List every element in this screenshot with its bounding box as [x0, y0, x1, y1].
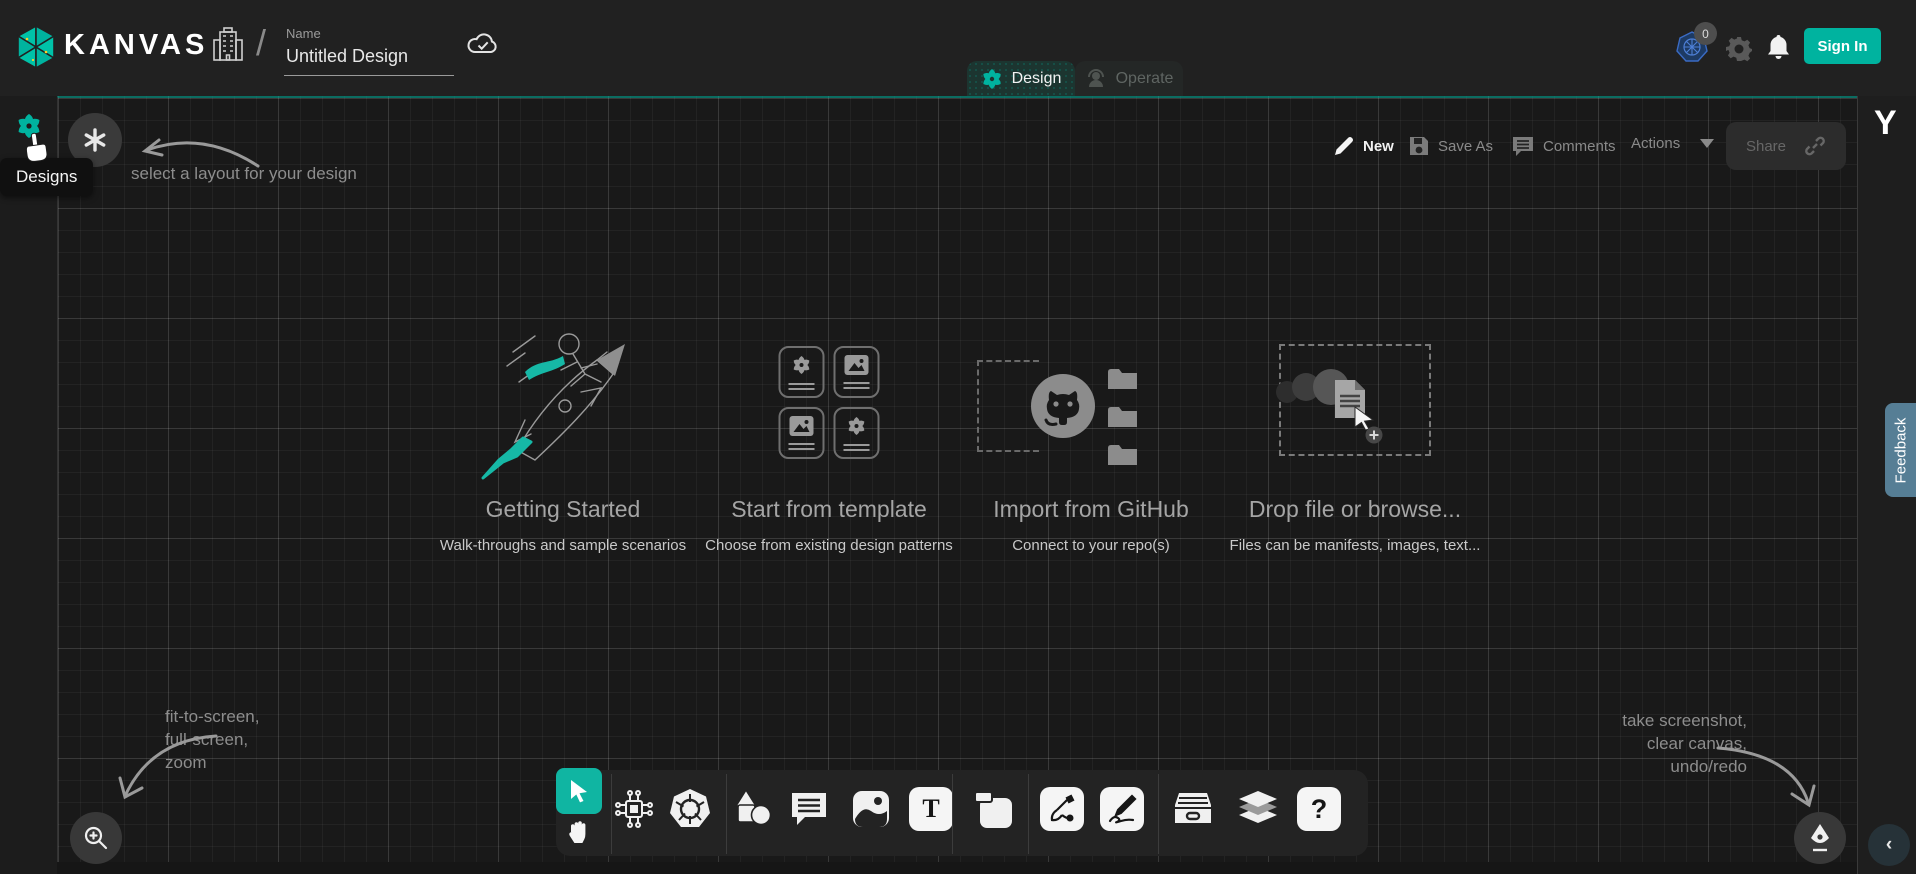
notifications-bell-icon[interactable]	[1766, 33, 1791, 61]
components-tool-button[interactable]	[612, 787, 656, 831]
comments-bubble-icon	[1511, 135, 1535, 157]
tool-divider	[726, 774, 727, 854]
new-button[interactable]: New	[1333, 135, 1394, 157]
pointer-hand-cursor	[22, 130, 52, 163]
chevron-left-icon: ‹	[1886, 834, 1892, 856]
card-caption: Files can be manifests, images, text...	[1175, 537, 1535, 554]
canvas-bottom-strip	[57, 862, 1857, 874]
pen-tool-button[interactable]	[1040, 787, 1084, 831]
layout-hint-text: select a layout for your design	[131, 162, 357, 185]
kubernetes-tool-button[interactable]	[668, 787, 712, 831]
frame-rectangles-icon	[972, 788, 1014, 830]
shapes-icon	[732, 788, 774, 830]
select-tool-button[interactable]	[556, 768, 602, 814]
kanvas-logo-icon	[13, 24, 59, 70]
save-as-button[interactable]: Save As	[1408, 135, 1493, 157]
share-label: Share	[1746, 138, 1786, 155]
left-sidebar	[0, 96, 57, 874]
notification-count-badge: 0	[1694, 22, 1717, 45]
tool-divider	[952, 774, 953, 854]
brand-wordmark: KANVAS	[64, 29, 208, 62]
save-floppy-icon	[1408, 135, 1430, 157]
collapse-right-panel-button[interactable]: ‹	[1868, 824, 1910, 866]
comment-tool-button[interactable]	[787, 787, 831, 831]
drawing-actions-button[interactable]	[1794, 812, 1846, 864]
design-name-label: Name	[286, 26, 321, 41]
operator-headset-icon	[1085, 68, 1107, 90]
github-octocat-icon	[1029, 372, 1097, 440]
actions-dropdown[interactable]: Actions	[1631, 135, 1714, 152]
feedback-tab[interactable]: Feedback	[1885, 403, 1916, 497]
tab-design-label: Design	[1012, 70, 1062, 88]
template-tile-spiral-icon	[834, 407, 880, 459]
pencil-scribble-icon	[1107, 794, 1137, 824]
organization-icon[interactable]	[212, 26, 244, 64]
feedback-label: Feedback	[1892, 417, 1909, 483]
tab-design[interactable]: Design	[967, 61, 1075, 96]
add-plus-badge	[1365, 426, 1383, 444]
template-tile-spiral-icon	[779, 346, 825, 398]
breadcrumb-separator: /	[256, 22, 266, 64]
tab-operate-label: Operate	[1116, 70, 1174, 88]
screenshot-hint-arrow	[1712, 738, 1822, 818]
image-icon	[851, 789, 891, 829]
comment-bubble-icon	[789, 790, 829, 828]
tool-divider	[1028, 774, 1029, 854]
new-label: New	[1363, 138, 1394, 155]
tab-operate[interactable]: Operate	[1075, 61, 1183, 96]
pen-nib-icon	[1808, 823, 1832, 853]
layers-icon	[1237, 789, 1279, 829]
cloud-sync-icon	[466, 30, 500, 58]
app-header: KANVAS / Name 0	[0, 0, 1916, 96]
comments-button[interactable]: Comments	[1511, 135, 1616, 157]
repo-folders-icon	[1107, 364, 1141, 474]
select-cursor-icon	[568, 779, 590, 803]
drop-file-illustration	[1175, 322, 1535, 482]
new-pencil-icon	[1333, 135, 1355, 157]
layer5-y-logo: Y	[1874, 104, 1897, 143]
frame-tool-button[interactable]	[971, 787, 1015, 831]
zoom-hint-arrow	[112, 728, 222, 808]
help-tool-button[interactable]: ?	[1297, 787, 1341, 831]
kubernetes-wheel-icon	[669, 788, 711, 830]
pen-path-icon	[1047, 794, 1077, 824]
question-mark-icon: ?	[1311, 794, 1328, 825]
zoom-controls-button[interactable]	[70, 812, 122, 864]
template-tile-image-icon	[779, 407, 825, 459]
comments-label: Comments	[1543, 138, 1616, 155]
magnifier-plus-icon	[83, 825, 109, 851]
card-drop-file-browse[interactable]: Drop file or browse... Files can be mani…	[1175, 322, 1535, 554]
layout-asterisk-icon	[83, 128, 107, 152]
chip-component-icon	[614, 789, 654, 829]
drawer-archive-icon	[1173, 791, 1213, 827]
layers-tool-button[interactable]	[1236, 787, 1280, 831]
design-spiral-icon	[981, 68, 1003, 90]
settings-gear-icon[interactable]	[1726, 36, 1752, 62]
text-T-icon: T	[922, 794, 939, 824]
designs-tooltip: Designs	[0, 158, 93, 196]
actions-label: Actions	[1631, 135, 1680, 152]
template-tile-image-icon	[834, 346, 880, 398]
design-name-input[interactable]	[284, 42, 454, 76]
pencil-tool-button[interactable]	[1100, 787, 1144, 831]
share-button[interactable]: Share	[1726, 122, 1846, 170]
save-as-label: Save As	[1438, 138, 1493, 155]
share-link-icon	[1804, 135, 1826, 157]
mode-tabstrip: Design Operate	[967, 61, 1183, 96]
pan-tool-button[interactable]	[557, 812, 601, 856]
card-title: Drop file or browse...	[1175, 496, 1535, 523]
shapes-tool-button[interactable]	[731, 787, 775, 831]
drawer-tool-button[interactable]	[1171, 787, 1215, 831]
chevron-down-icon	[1700, 139, 1714, 148]
sign-in-button[interactable]: Sign In	[1804, 28, 1881, 64]
tool-divider	[1158, 774, 1159, 854]
text-tool-button[interactable]: T	[909, 787, 953, 831]
image-tool-button[interactable]	[849, 787, 893, 831]
hand-pan-icon	[566, 820, 592, 848]
